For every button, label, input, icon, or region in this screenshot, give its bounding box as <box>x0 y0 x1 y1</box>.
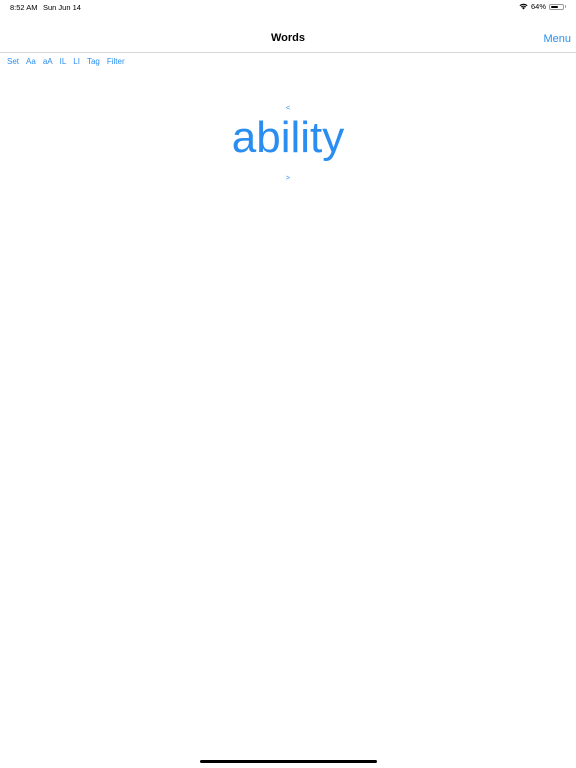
status-bar: 8:52 AM Sun Jun 14 64% <box>0 0 576 14</box>
capitalize-button[interactable]: Aa <box>26 57 36 66</box>
navigation-bar: Words Menu <box>0 26 576 53</box>
battery-body <box>549 3 564 10</box>
filter-button[interactable]: Filter <box>107 57 125 66</box>
status-time: 8:52 AM <box>10 3 38 12</box>
page-title: Words <box>270 32 306 44</box>
il-button[interactable]: IL <box>60 57 67 66</box>
wifi-icon <box>519 3 528 10</box>
battery-fill <box>551 5 559 8</box>
lowercase-button[interactable]: aA <box>43 57 53 66</box>
battery-tip <box>564 5 566 8</box>
toolbar: Set Aa aA IL LI Tag Filter <box>7 57 125 66</box>
tag-button[interactable]: Tag <box>87 57 100 66</box>
status-indicators: 64% <box>519 2 566 11</box>
app-screen: 8:52 AM Sun Jun 14 64% Words Menu Set Aa… <box>0 0 576 768</box>
set-button[interactable]: Set <box>7 57 19 66</box>
next-word-button[interactable]: > <box>0 173 576 182</box>
battery-icon <box>549 3 566 10</box>
current-word[interactable]: ability <box>0 113 576 162</box>
home-indicator[interactable] <box>200 760 377 763</box>
li-button[interactable]: LI <box>73 57 80 66</box>
previous-word-button[interactable]: < <box>0 103 576 112</box>
menu-button[interactable]: Menu <box>543 33 571 45</box>
status-date: Sun Jun 14 <box>43 3 81 12</box>
battery-percent: 64% <box>530 2 546 11</box>
